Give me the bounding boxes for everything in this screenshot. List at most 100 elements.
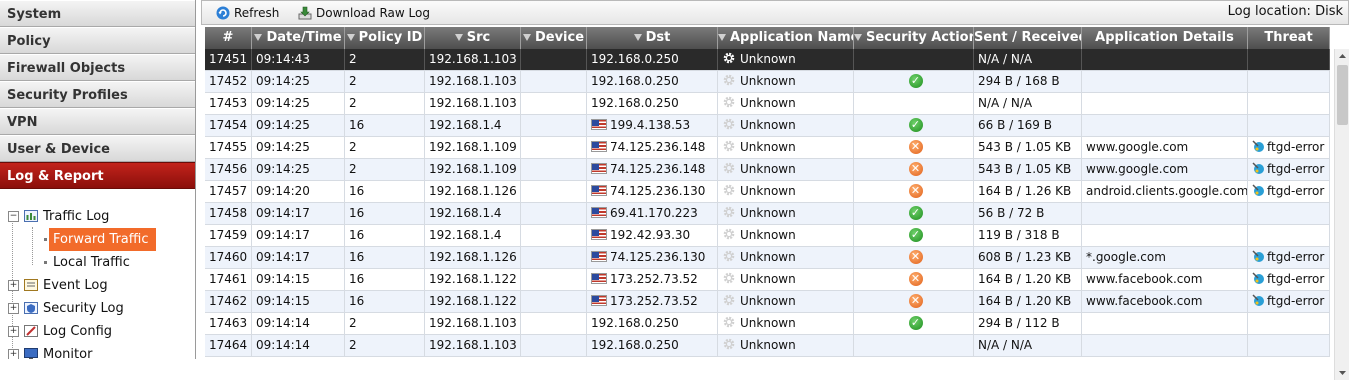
cell-number: 17457 [205, 181, 252, 202]
table-row[interactable]: 17459 09:14:17 16 192.168.1.4 192.42.93.30 Un… [205, 225, 1330, 247]
nav-policy[interactable]: Policy [0, 27, 195, 54]
table-row[interactable]: 17461 09:14:15 16 192.168.1.122 173.252.73.5… [205, 269, 1330, 291]
cell-dst: 192.168.0.250 [587, 313, 718, 334]
cell-threat: ftgd-error [1248, 137, 1330, 158]
table-row[interactable]: 17463 09:14:14 2 192.168.1.103 192.168.0.250… [205, 313, 1330, 335]
table-row[interactable]: 17451 09:14:43 2 192.168.1.103 192.168.0.250… [205, 49, 1330, 71]
main-panel: Refresh Download Raw Log Log location: D… [201, 0, 1349, 380]
scroll-up-arrow-icon[interactable] [1335, 49, 1349, 64]
vertical-scrollbar[interactable] [1334, 49, 1349, 380]
table-row[interactable]: 17454 09:14:25 16 192.168.1.4 199.4.138.53 Un… [205, 115, 1330, 137]
scroll-down-arrow-icon[interactable] [1335, 365, 1349, 380]
blocked-x-icon: ✕ [908, 272, 923, 286]
header-col-date-time[interactable]: Date/Time [252, 27, 345, 49]
tree-item-local-traffic[interactable]: Local Traffic [0, 251, 195, 274]
tree-item-traffic-log[interactable]: − Traffic Log [0, 205, 195, 228]
table-row[interactable]: 17464 09:14:14 2 192.168.1.103 192.168.0.250… [205, 335, 1330, 357]
cell-src: 192.168.1.109 [425, 159, 521, 180]
filter-icon[interactable] [454, 34, 463, 41]
header-col-dst[interactable]: Dst [587, 27, 718, 49]
nav-firewall-objects[interactable]: Firewall Objects [0, 54, 195, 81]
gear-icon [723, 140, 735, 152]
header-col-policy-id[interactable]: Policy ID [345, 27, 425, 49]
cell-sent-received: 543 B / 1.05 KB [974, 159, 1082, 180]
header-col-src[interactable]: Src [425, 27, 521, 49]
filter-icon[interactable] [522, 34, 531, 41]
cell-src: 192.168.1.126 [425, 181, 521, 202]
gear-icon [723, 74, 735, 86]
cell-sent-received: N/A / N/A [974, 93, 1082, 114]
gear-icon [723, 228, 735, 240]
cell-date-time: 09:14:15 [252, 269, 345, 290]
nav-system[interactable]: System [0, 0, 195, 27]
header-col-application-name[interactable]: Application Name [718, 27, 854, 49]
cell-dst: 192.168.0.250 [587, 93, 718, 114]
cell-application-name: Unknown [718, 291, 854, 312]
table-row[interactable]: 17462 09:14:15 16 192.168.1.122 173.252.73.5… [205, 291, 1330, 313]
cell-device [521, 291, 587, 312]
cell-security-action: ✕ [854, 247, 974, 268]
cell-security-action: ✕ [854, 137, 974, 158]
tree-item-label: Monitor [43, 347, 93, 359]
collapse-icon[interactable]: − [8, 211, 19, 222]
header-col-security-action[interactable]: Security Action [854, 27, 974, 49]
cell-dst: 192.168.0.250 [587, 49, 718, 70]
filter-icon[interactable] [254, 34, 263, 41]
header-col-device[interactable]: Device [521, 27, 587, 49]
cell-date-time: 09:14:17 [252, 225, 345, 246]
filter-icon[interactable] [346, 34, 355, 41]
tree-item-monitor[interactable]: + Monitor [0, 343, 195, 359]
table-row[interactable]: 17460 09:14:17 16 192.168.1.126 74.125.236.1… [205, 247, 1330, 269]
nav-log-report[interactable]: Log & Report [0, 162, 195, 189]
table-row[interactable]: 17453 09:14:25 2 192.168.1.103 192.168.0.250… [205, 93, 1330, 115]
cell-policy-id: 2 [345, 137, 425, 158]
header-col-number[interactable]: # [205, 27, 252, 49]
cell-date-time: 09:14:25 [252, 159, 345, 180]
expand-icon[interactable]: + [8, 326, 19, 337]
cell-device [521, 313, 587, 334]
cell-application-details [1082, 115, 1248, 136]
refresh-button[interactable]: Refresh [214, 4, 279, 22]
tree-item-forward-traffic[interactable]: Forward Traffic [0, 228, 195, 251]
filter-icon[interactable] [854, 34, 862, 41]
cell-application-details: www.google.com [1082, 159, 1248, 180]
expand-icon[interactable]: + [8, 280, 19, 291]
filter-icon[interactable] [633, 34, 642, 41]
tree-item-security-log[interactable]: + Security Log [0, 297, 195, 320]
cell-date-time: 09:14:14 [252, 335, 345, 356]
table-row[interactable]: 17458 09:14:17 16 192.168.1.4 69.41.170.223 U… [205, 203, 1330, 225]
expand-icon[interactable]: + [8, 303, 19, 314]
header-col-application-details[interactable]: Application Details [1082, 27, 1248, 49]
cell-policy-id: 2 [345, 93, 425, 114]
download-raw-log-button[interactable]: Download Raw Log [296, 4, 430, 22]
blocked-x-icon: ✕ [908, 162, 923, 176]
cell-dst: 74.125.236.130 [587, 181, 718, 202]
table-row[interactable]: 17457 09:14:20 16 192.168.1.126 74.125.236.1… [205, 181, 1330, 203]
table-row[interactable]: 17456 09:14:25 2 192.168.1.109 74.125.236.14… [205, 159, 1330, 181]
table-row[interactable]: 17455 09:14:25 2 192.168.1.109 74.125.236.14… [205, 137, 1330, 159]
tree-item-log-config[interactable]: + Log Config [0, 320, 195, 343]
scrollbar-thumb[interactable] [1337, 65, 1348, 125]
tree-item-event-log[interactable]: + Event Log [0, 274, 195, 297]
cell-number: 17456 [205, 159, 252, 180]
expand-icon[interactable]: + [8, 349, 19, 359]
cell-device [521, 49, 587, 70]
cell-number: 17459 [205, 225, 252, 246]
table-row[interactable]: 17452 09:14:25 2 192.168.1.103 192.168.0.250… [205, 71, 1330, 93]
cell-application-name: Unknown [718, 71, 854, 92]
header-label: Src [466, 30, 491, 45]
filter-icon[interactable] [718, 34, 726, 41]
nav-user-device[interactable]: User & Device [0, 135, 195, 162]
cell-application-name: Unknown [718, 159, 854, 180]
nav-vpn[interactable]: VPN [0, 108, 195, 135]
us-flag-icon [591, 295, 607, 306]
header-col-sent-received[interactable]: Sent / Received [974, 27, 1082, 49]
cell-device [521, 269, 587, 290]
cell-threat: ftgd-error [1248, 181, 1330, 202]
us-flag-icon [591, 207, 607, 218]
header-col-threat[interactable]: Threat [1248, 27, 1330, 49]
header-label: # [222, 30, 234, 45]
cell-application-name: Unknown [718, 247, 854, 268]
us-flag-icon [591, 251, 607, 262]
nav-security-profiles[interactable]: Security Profiles [0, 81, 195, 108]
